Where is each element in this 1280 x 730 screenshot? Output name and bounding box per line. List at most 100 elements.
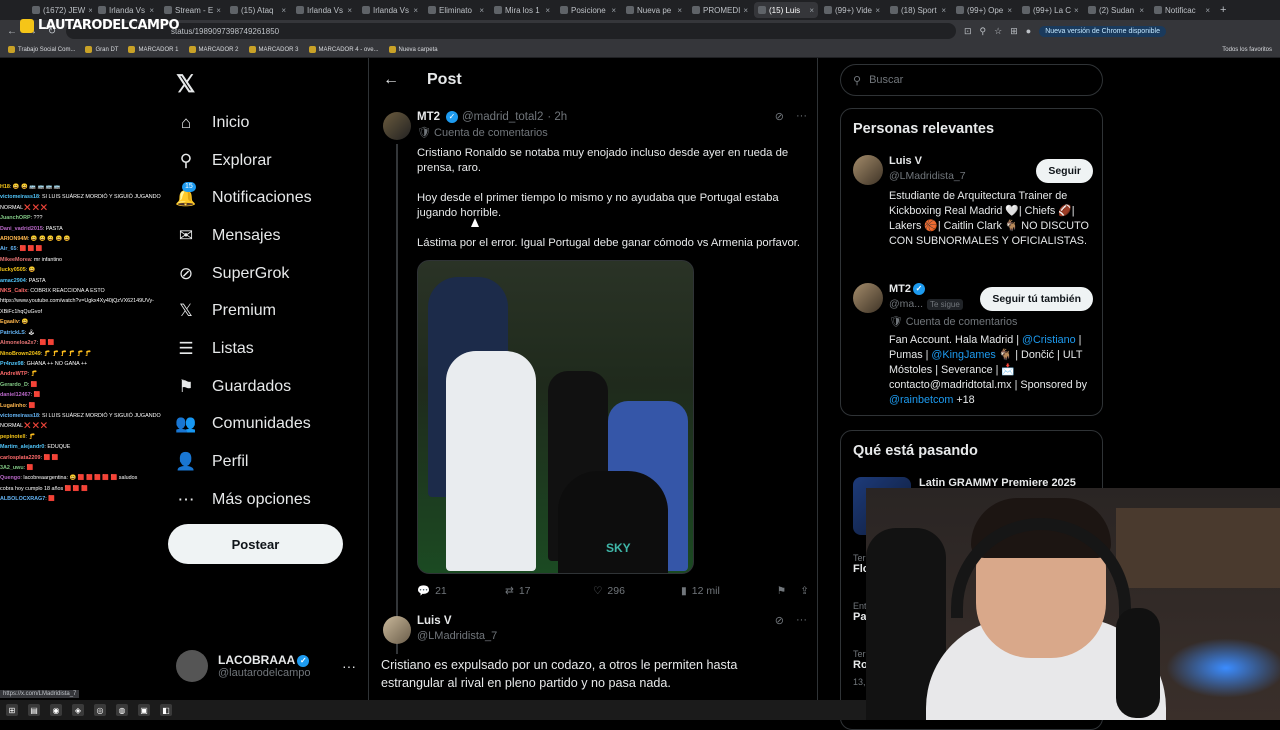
close-icon[interactable]: × [281,6,286,15]
tweet-avatar[interactable] [383,112,411,140]
bookmark-item[interactable]: Trabajo Social Com... [8,46,75,53]
reply-author-handle[interactable]: @LMadridista_7 [417,630,497,642]
app-icon[interactable]: ◧ [160,704,172,716]
tweet-author-name[interactable]: MT2 [417,111,440,123]
folder-icon[interactable]: ▤ [28,704,40,716]
sidebar-item-guardados[interactable]: ⚑ Guardados [176,368,312,406]
share-icon[interactable]: ⇪ [800,585,809,597]
browser-tab[interactable]: Irlanda Vs × [292,2,356,18]
sidebar-item-supergrok[interactable]: ⊘ SuperGrok [176,255,312,293]
person-handle[interactable]: @LMadridista_7 [889,170,966,182]
follow-back-button[interactable]: Seguir tú también [980,287,1093,311]
close-icon[interactable]: × [1074,6,1079,15]
install-icon[interactable]: ⊡ [964,26,972,37]
person-name[interactable]: MT2 ✓ [889,283,925,296]
star-icon[interactable]: ☆ [994,26,1002,37]
bookmark-item[interactable]: MARCADOR 2 [188,46,239,53]
sidebar-item-premium[interactable]: 𝕏 Premium [176,292,312,330]
close-icon[interactable]: × [149,6,154,15]
account-switcher[interactable]: LACOBRAAA ✓ @lautarodelcampo ··· [176,650,356,682]
bookmark-item[interactable]: Nueva carpeta [388,46,438,53]
tweet-image[interactable]: SKY [417,260,694,574]
more-icon[interactable]: ··· [796,614,807,627]
more-icon[interactable]: ··· [342,658,356,674]
views-button[interactable]: ▮ 12 mil [681,585,761,597]
post-button[interactable]: Postear [168,524,343,564]
mention-link[interactable]: @Cristiano [1022,334,1076,346]
close-icon[interactable]: × [1205,6,1210,15]
close-icon[interactable]: × [809,6,814,15]
browser-tab[interactable]: (2) Sudan × [1084,2,1148,18]
browser-tab[interactable]: (99+) Ope × [952,2,1016,18]
extension-icon[interactable]: ⊞ [1010,26,1018,37]
close-icon[interactable]: × [479,6,484,15]
trend-row[interactable]: 13, [853,677,866,687]
app-icon[interactable]: ◎ [94,704,106,716]
reply-author-name[interactable]: Luis V [417,615,452,627]
chrome-icon[interactable]: ◉ [50,704,62,716]
search-input[interactable]: ⚲ Buscar [840,64,1103,96]
x-logo-icon[interactable]: 𝕏 [176,70,195,99]
mention-link[interactable]: @rainbetcom [889,394,953,406]
browser-tab[interactable]: (15) Ataq × [226,2,290,18]
reply-button[interactable]: 💬 21 [417,584,505,598]
browser-tab[interactable]: Eliminato × [424,2,488,18]
chrome-update-button[interactable]: Nueva versión de Chrome disponible [1039,25,1166,37]
browser-tab[interactable]: (15) Luis × [754,2,818,18]
all-bookmarks-button[interactable]: Todos los favoritos [1222,47,1272,53]
close-icon[interactable]: × [545,6,550,15]
sidebar-item-mas-opciones[interactable]: ⋯ Más opciones [176,481,312,519]
zoom-icon[interactable]: ⚲ [980,26,987,37]
sidebar-item-inicio[interactable]: ⌂ Inicio [176,104,312,142]
bookmark-item[interactable]: Gran DT [85,46,118,53]
tweet-author-handle[interactable]: @madrid_total2 [462,111,543,123]
trend-row[interactable]: Ent Pa [853,601,867,623]
profile-avatar-icon[interactable]: ● [1026,26,1031,37]
grok-icon[interactable]: ⊘ [775,110,784,123]
avatar[interactable] [853,283,883,313]
close-icon[interactable]: × [1139,6,1144,15]
obs-icon[interactable]: ◍ [116,704,128,716]
app-icon[interactable]: ◈ [72,704,84,716]
close-icon[interactable]: × [875,6,880,15]
sidebar-item-notificaciones[interactable]: 🔔 15 Notificaciones [175,179,312,217]
avatar[interactable] [853,155,883,185]
close-icon[interactable]: × [611,6,616,15]
browser-tab[interactable]: Nueva pe × [622,2,686,18]
browser-tab[interactable]: Mira los 1 × [490,2,554,18]
browser-tab[interactable]: Irlanda Vs × [94,2,158,18]
browser-tab[interactable]: (18) Sport × [886,2,950,18]
close-icon[interactable]: × [347,6,352,15]
sidebar-item-listas[interactable]: ☰ Listas [176,330,312,368]
browser-tab[interactable]: (1672) JEW × [28,2,92,18]
sidebar-item-comunidades[interactable]: 👥 Comunidades [175,406,312,444]
grok-icon[interactable]: ⊘ [775,614,784,627]
browser-tab[interactable]: Posicione × [556,2,620,18]
browser-tab[interactable]: Stream - E × [160,2,224,18]
more-icon[interactable]: ··· [796,110,807,123]
close-icon[interactable]: × [413,6,418,15]
new-tab-icon[interactable]: + [1220,4,1226,16]
like-button[interactable]: ♡ 296 [593,585,681,597]
repost-button[interactable]: ⇄ 17 [505,585,593,597]
browser-tab[interactable]: PROMEDI × [688,2,752,18]
browser-tab[interactable]: Notificac × [1150,2,1214,18]
close-icon[interactable]: × [743,6,748,15]
reply-avatar[interactable] [383,616,411,644]
bookmark-item[interactable]: MARCADOR 4 - ove... [308,46,379,53]
close-icon[interactable]: × [941,6,946,15]
browser-tab[interactable]: Irlanda Vs × [358,2,422,18]
bookmark-icon[interactable]: ⚑ [777,585,786,597]
person-name[interactable]: Luis V [889,155,922,167]
bookmark-item[interactable]: MARCADOR 3 [248,46,299,53]
sidebar-item-perfil[interactable]: 👤 Perfil [175,443,312,481]
person-handle[interactable]: @ma... Te sigue [889,298,963,310]
close-icon[interactable]: × [677,6,682,15]
browser-tab[interactable]: (99+) Vide × [820,2,884,18]
app-icon[interactable]: ▣ [138,704,150,716]
browser-tab[interactable]: (99+) La C × [1018,2,1082,18]
bookmark-item[interactable]: MARCADOR 1 [128,46,179,53]
close-icon[interactable]: × [88,6,92,15]
follow-button[interactable]: Seguir [1036,159,1093,183]
close-icon[interactable]: × [1007,6,1012,15]
